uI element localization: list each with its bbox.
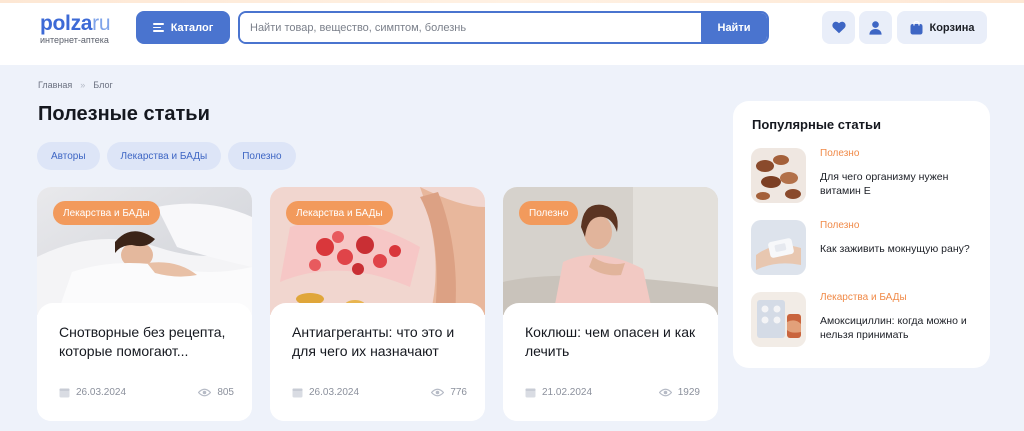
- profile-button[interactable]: [859, 11, 892, 44]
- menu-icon: [152, 23, 164, 32]
- article-card[interactable]: Полезно Коклюш: чем опасен и как лечить …: [503, 187, 718, 421]
- article-views-value: 805: [217, 387, 234, 398]
- logo[interactable]: polzaru интернет-аптека: [40, 12, 111, 45]
- article-views-value: 776: [450, 387, 467, 398]
- article-body: Антиагреганты: что это и для чего их наз…: [270, 303, 485, 421]
- calendar-icon: [525, 388, 536, 398]
- article-meta: 26.03.2024 805: [59, 387, 234, 398]
- article-body: Снотворные без рецепта, которые помогают…: [37, 303, 252, 421]
- search-button-label: Найти: [717, 21, 751, 34]
- article-date-value: 21.02.2024: [542, 387, 593, 398]
- calendar-icon: [59, 388, 70, 398]
- page-title: Полезные статьи: [38, 103, 210, 125]
- popular-item[interactable]: Лекарства и БАДы Амоксициллин: когда мож…: [751, 292, 981, 350]
- article-title[interactable]: Коклюш: чем опасен и как лечить: [525, 323, 705, 361]
- article-views-value: 1929: [677, 387, 700, 398]
- popular-articles-title: Популярные статьи: [752, 117, 881, 132]
- calendar-icon: [292, 388, 303, 398]
- filter-chips: Авторы Лекарства и БАДы Полезно: [37, 142, 296, 170]
- filter-chip-useful[interactable]: Полезно: [228, 142, 296, 170]
- article-tag[interactable]: Лекарства и БАДы: [53, 201, 160, 225]
- search-input[interactable]: [240, 13, 701, 42]
- article-date: 21.02.2024: [525, 387, 592, 398]
- popular-category[interactable]: Лекарства и БАДы: [820, 292, 907, 303]
- breadcrumb-current: Блог: [93, 80, 113, 90]
- search-button[interactable]: Найти: [701, 13, 767, 42]
- article-views: 805: [198, 387, 234, 398]
- article-tag[interactable]: Полезно: [519, 201, 579, 225]
- user-icon: [869, 20, 882, 35]
- eye-icon: [198, 388, 212, 397]
- article-meta: 21.02.2024 1929: [525, 387, 700, 398]
- logo-subtitle: интернет-аптека: [40, 35, 109, 45]
- article-views: 776: [431, 387, 467, 398]
- popular-articles-panel: Популярные статьи Полезно Для чего орган…: [733, 101, 990, 368]
- cart-icon: [910, 20, 922, 34]
- breadcrumb: Главная » Блог: [38, 80, 113, 90]
- popular-category[interactable]: Полезно: [820, 148, 859, 159]
- heart-icon: [831, 21, 846, 34]
- article-date-value: 26.03.2024: [76, 387, 127, 398]
- logo-main: polza: [40, 12, 93, 35]
- logo-tld: ru: [92, 12, 111, 35]
- popular-title[interactable]: Амоксициллин: когда можно и нельзя прини…: [820, 314, 980, 342]
- article-body: Коклюш: чем опасен и как лечить 21.02.20…: [503, 303, 718, 421]
- popular-title[interactable]: Как заживить мокнущую рану?: [820, 242, 980, 256]
- site-header: polzaru интернет-аптека Каталог Найти Ко…: [0, 3, 1024, 65]
- cart-label: Корзина: [929, 21, 975, 34]
- eye-icon: [658, 388, 672, 397]
- filter-chip-medicines[interactable]: Лекарства и БАДы: [106, 142, 222, 170]
- article-card[interactable]: Лекарства и БАДы Антиагреганты: что это …: [270, 187, 485, 421]
- filter-chip-authors[interactable]: Авторы: [37, 142, 100, 170]
- article-meta: 26.03.2024 776: [292, 387, 467, 398]
- eye-icon: [431, 388, 445, 397]
- popular-thumb-bandage: [751, 220, 806, 275]
- popular-category[interactable]: Полезно: [820, 220, 859, 231]
- article-title[interactable]: Снотворные без рецепта, которые помогают…: [59, 323, 239, 361]
- popular-thumb-nuts: [751, 148, 806, 203]
- article-tag[interactable]: Лекарства и БАДы: [286, 201, 393, 225]
- article-card[interactable]: Лекарства и БАДы Снотворные без рецепта,…: [37, 187, 252, 421]
- popular-title[interactable]: Для чего организму нужен витамин Е: [820, 170, 980, 198]
- breadcrumb-home[interactable]: Главная: [38, 80, 72, 90]
- article-date: 26.03.2024: [292, 387, 359, 398]
- search-bar: Найти: [238, 11, 769, 44]
- popular-thumb-pills: [751, 292, 806, 347]
- cart-button[interactable]: Корзина: [897, 11, 987, 44]
- article-date: 26.03.2024: [59, 387, 126, 398]
- article-views: 1929: [658, 387, 700, 398]
- catalog-label: Каталог: [170, 21, 214, 34]
- catalog-button[interactable]: Каталог: [136, 11, 230, 44]
- popular-item[interactable]: Полезно Как заживить мокнущую рану?: [751, 220, 981, 278]
- popular-item[interactable]: Полезно Для чего организму нужен витамин…: [751, 148, 981, 206]
- article-title[interactable]: Антиагреганты: что это и для чего их наз…: [292, 323, 472, 361]
- article-date-value: 26.03.2024: [309, 387, 360, 398]
- favorites-button[interactable]: [822, 11, 855, 44]
- breadcrumb-separator: »: [80, 80, 86, 90]
